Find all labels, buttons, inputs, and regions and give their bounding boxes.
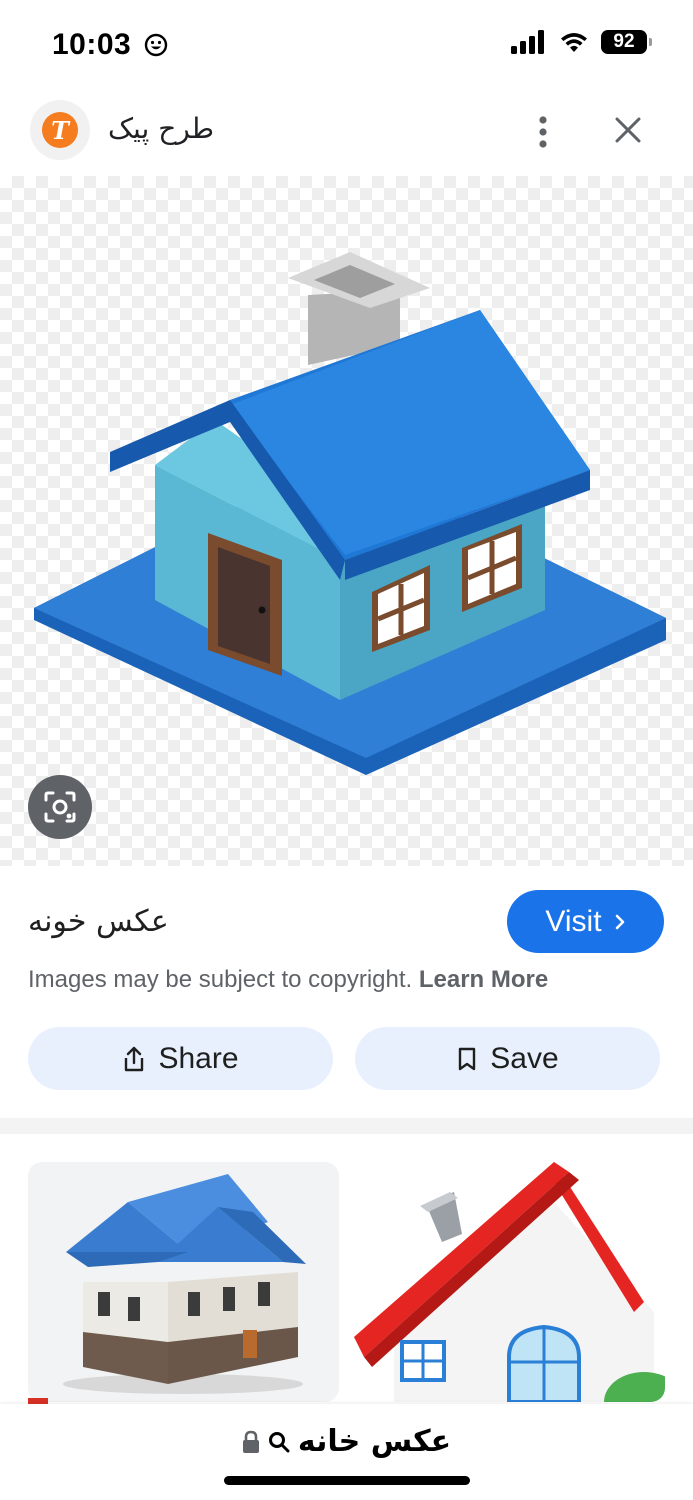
site-name[interactable]: طرح پیک xyxy=(108,112,214,145)
status-bar: 10:03 92 xyxy=(0,0,693,92)
lens-button[interactable] xyxy=(28,775,92,839)
lock-icon xyxy=(242,1430,259,1453)
address-bar[interactable]: عکس خانه xyxy=(0,1404,693,1500)
section-divider xyxy=(0,1118,693,1134)
copyright-text: Images may be subject to copyright. xyxy=(28,966,413,993)
image-title[interactable]: عکس خونه xyxy=(28,904,169,939)
visit-label: Visit xyxy=(545,904,602,938)
status-time: 10:03 xyxy=(52,28,168,62)
visit-button[interactable]: Visit xyxy=(507,890,664,953)
chevron-right-icon xyxy=(615,914,624,929)
battery-level: 92 xyxy=(613,31,635,52)
related-house-thumbnail xyxy=(63,1174,306,1394)
search-icon xyxy=(268,1431,290,1452)
more-vert-icon xyxy=(539,116,547,148)
learn-more-link[interactable]: Learn More xyxy=(419,966,548,993)
site-logo-letter: T xyxy=(42,112,78,148)
house-illustration xyxy=(34,252,666,775)
site-header: T طرح پیک xyxy=(0,92,693,172)
site-logo[interactable]: T xyxy=(30,100,90,160)
time-text: 10:03 xyxy=(52,28,132,61)
lens-icon xyxy=(44,791,76,823)
battery-icon: 92 xyxy=(601,30,652,54)
related-image-1[interactable] xyxy=(28,1162,339,1402)
smiley-icon xyxy=(144,33,168,57)
bookmark-icon xyxy=(459,1047,476,1070)
share-label: Share xyxy=(158,1041,239,1075)
main-image[interactable] xyxy=(0,176,693,866)
url-row[interactable]: عکس خانه xyxy=(0,1424,693,1459)
home-indicator[interactable] xyxy=(224,1476,470,1485)
save-label: Save xyxy=(490,1041,559,1075)
wifi-icon xyxy=(561,33,587,52)
related-image-2[interactable] xyxy=(354,1162,665,1402)
share-button[interactable]: Share xyxy=(28,1027,333,1090)
share-icon xyxy=(125,1046,144,1071)
status-icons: 92 xyxy=(511,30,652,54)
more-options-button[interactable] xyxy=(528,112,558,152)
url-text[interactable]: عکس خانه xyxy=(298,1424,451,1459)
signal-icon xyxy=(511,30,544,54)
close-button[interactable] xyxy=(608,110,648,150)
image-info-panel: عکس خونه Visit Images may be subject to … xyxy=(0,866,693,1118)
close-icon xyxy=(615,117,641,143)
copyright-notice: Images may be subject to copyright. Lear… xyxy=(28,966,548,994)
save-button[interactable]: Save xyxy=(355,1027,660,1090)
related-house-thumbnail-2 xyxy=(354,1162,665,1402)
